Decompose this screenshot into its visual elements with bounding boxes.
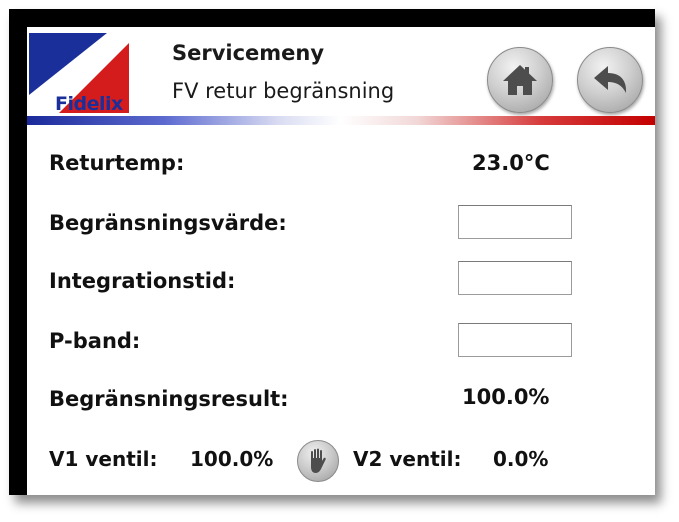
v2-label: V2 ventil: xyxy=(353,447,462,471)
manual-override-button[interactable] xyxy=(297,440,339,482)
home-button[interactable] xyxy=(487,47,553,113)
screen: Fidelix Servicemeny FV retur begränsning… xyxy=(27,27,655,495)
page-title: Servicemeny xyxy=(172,41,325,65)
p-band-label: P-band: xyxy=(49,329,141,353)
header: Fidelix Servicemeny FV retur begränsning xyxy=(27,27,655,127)
v2-value: 0.0% xyxy=(493,447,549,471)
begransningsresult-label: Begränsningsresult: xyxy=(49,387,289,411)
logo-text: Fidelix xyxy=(55,93,123,115)
v1-label: V1 ventil: xyxy=(49,447,158,471)
returtemp-label: Returtemp: xyxy=(49,151,185,175)
home-icon xyxy=(503,65,537,95)
back-button[interactable] xyxy=(577,47,643,113)
back-arrow-icon xyxy=(594,66,627,93)
device-frame: Fidelix Servicemeny FV retur begränsning… xyxy=(9,9,655,495)
integrationstid-field[interactable] xyxy=(458,261,572,295)
hand-icon xyxy=(311,448,326,473)
integrationstid-label: Integrationstid: xyxy=(49,269,236,293)
begransningsresult-value: 100.0% xyxy=(462,385,550,409)
begransningsvarde-label: Begränsningsvärde: xyxy=(49,211,287,235)
returtemp-value: 23.0°C xyxy=(472,151,550,175)
v1-value: 100.0% xyxy=(190,447,274,471)
page-subtitle: FV retur begränsning xyxy=(172,79,395,103)
header-gradient-bar xyxy=(27,116,655,125)
fidelix-logo: Fidelix xyxy=(29,33,141,115)
begransningsvarde-field[interactable] xyxy=(458,205,572,239)
p-band-field[interactable] xyxy=(458,323,572,357)
